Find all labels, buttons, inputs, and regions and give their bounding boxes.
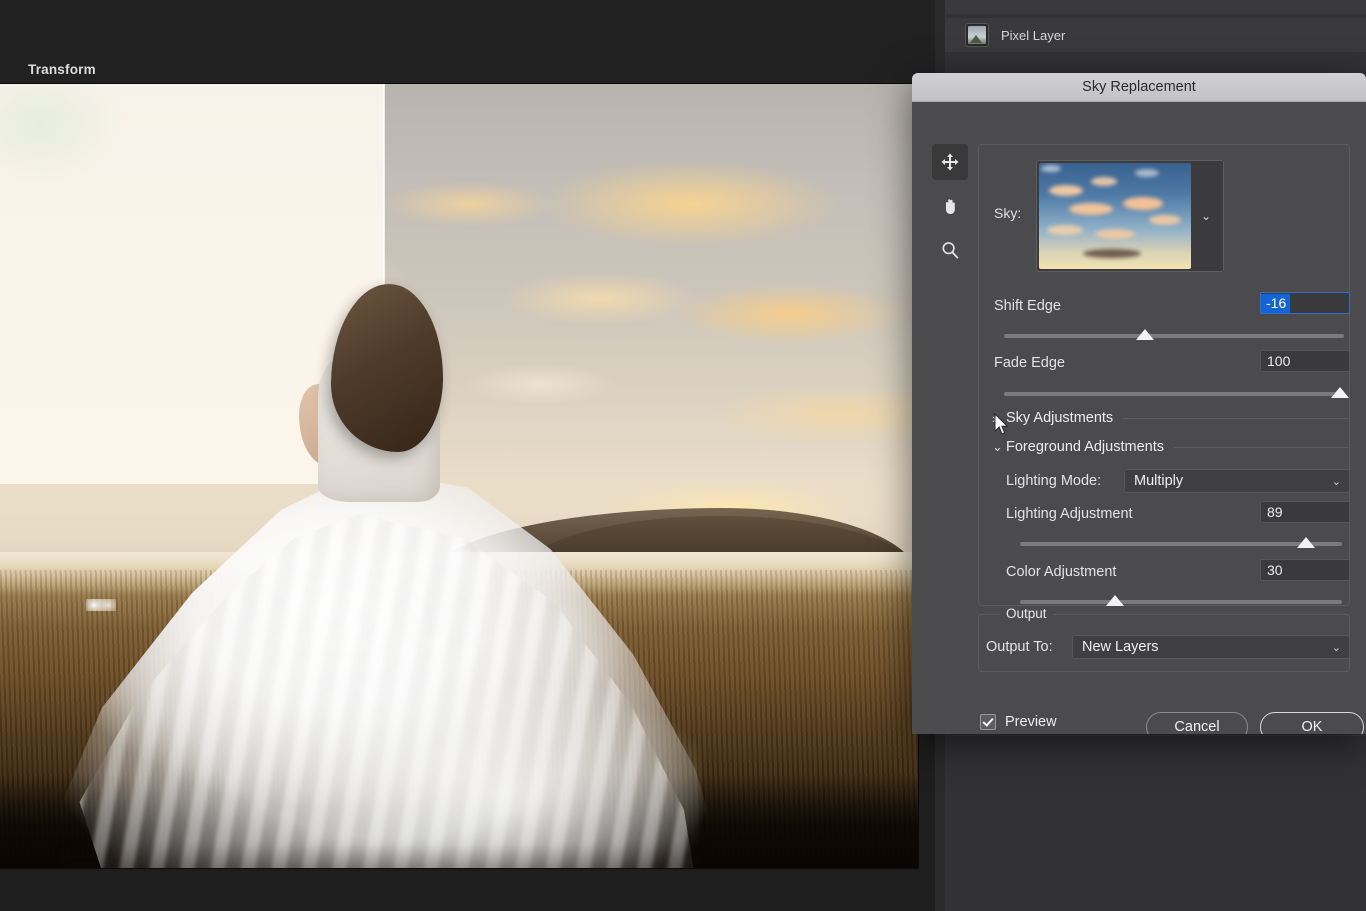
move-icon	[941, 153, 959, 171]
bride-subject	[0, 84, 918, 868]
panel-tab[interactable]	[1037, 0, 1140, 14]
foreground-adjustments-section[interactable]: ⌄ Foreground Adjustments	[992, 439, 1348, 455]
sky-preset-thumbnail	[1039, 163, 1191, 269]
preview-checkbox[interactable]: Preview	[980, 714, 1057, 730]
sky-label: Sky:	[994, 205, 1022, 221]
dialog-toolbar	[932, 144, 968, 276]
document-image-preview[interactable]	[0, 84, 918, 868]
lighting-adjustment-slider-thumb[interactable]	[1297, 537, 1315, 548]
sky-adjustments-section[interactable]: › Sky Adjustments	[992, 410, 1348, 426]
fade-edge-slider-thumb[interactable]	[1331, 387, 1349, 398]
dress-hem-shadow	[60, 844, 700, 868]
panel-tab[interactable]	[945, 0, 1038, 14]
magnifier-icon	[942, 242, 959, 259]
shift-edge-label: Shift Edge	[994, 298, 1061, 314]
dress-tulle	[300, 684, 700, 868]
color-adjustment-label: Color Adjustment	[1006, 564, 1117, 580]
lighting-mode-select[interactable]: Multiply ⌄	[1124, 469, 1350, 493]
color-adjustment-slider-thumb[interactable]	[1106, 595, 1124, 606]
hand-icon	[946, 199, 955, 214]
panel-tab[interactable]	[1219, 0, 1288, 14]
checkbox-box	[980, 714, 996, 730]
preview-label: Preview	[1005, 714, 1057, 730]
shift-edge-slider-thumb[interactable]	[1136, 329, 1154, 340]
canvas-area[interactable]	[0, 0, 935, 911]
photoshop-window: Pixel Layer Transform Sky Replacement Sk…	[0, 0, 1366, 911]
lighting-adjustment-slider[interactable]	[1020, 542, 1342, 546]
shift-edge-value: -16	[1261, 293, 1291, 313]
pixel-layer-icon	[965, 23, 989, 47]
panel-section-title: Transform	[28, 62, 96, 77]
sky-preset-picker[interactable]: ⌄	[1036, 160, 1224, 272]
fade-edge-value: 100	[1267, 353, 1291, 369]
fade-edge-input[interactable]: 100	[1260, 350, 1350, 372]
bride-hair	[331, 284, 443, 452]
output-to-label: Output To:	[986, 639, 1053, 655]
panel-tab[interactable]	[1287, 0, 1366, 14]
sky-replacement-dialog: Sky Replacement Sky: ⌄ Shift Edge -16 Fa…	[912, 73, 1366, 734]
output-legend: Output	[1000, 606, 1053, 621]
panel-rule	[952, 735, 1366, 736]
lighting-mode-label: Lighting Mode:	[1006, 473, 1102, 489]
lighting-adjustment-input[interactable]: 89	[1260, 501, 1350, 523]
zoom-tool[interactable]	[932, 232, 968, 268]
ok-button[interactable]: OK	[1260, 712, 1364, 734]
color-adjustment-slider[interactable]	[1020, 600, 1342, 604]
chevron-down-icon: ⌄	[1331, 475, 1341, 488]
section-rule	[1123, 417, 1348, 419]
chevron-down-icon: ⌄	[1331, 641, 1341, 654]
section-rule	[1173, 446, 1348, 448]
output-to-select[interactable]: New Layers ⌄	[1072, 635, 1350, 659]
panel-tab[interactable]	[1139, 0, 1220, 14]
lighting-mode-value: Multiply	[1134, 473, 1184, 489]
layer-label: Pixel Layer	[1001, 27, 1066, 43]
lighting-adjustment-value: 89	[1267, 504, 1283, 520]
sky-picker-row: Sky: ⌄	[994, 160, 1334, 272]
chevron-down-icon: ⌄	[992, 439, 1003, 454]
fade-edge-label: Fade Edge	[994, 355, 1065, 371]
foreground-adjustments-label: Foreground Adjustments	[1006, 439, 1164, 455]
layer-row[interactable]: Pixel Layer	[945, 18, 1366, 52]
lighting-adjustment-label: Lighting Adjustment	[1006, 506, 1133, 522]
hand-tool[interactable]	[932, 188, 968, 224]
move-tool[interactable]	[932, 144, 968, 180]
shift-edge-input[interactable]: -16	[1260, 292, 1350, 314]
chevron-down-icon[interactable]: ⌄	[1191, 163, 1221, 269]
sky-adjustments-label: Sky Adjustments	[1006, 410, 1114, 426]
dialog-title: Sky Replacement	[1082, 79, 1196, 95]
shift-edge-slider[interactable]	[1004, 334, 1344, 338]
fade-edge-slider[interactable]	[1004, 392, 1344, 396]
dialog-titlebar[interactable]: Sky Replacement	[912, 73, 1366, 102]
panel-tabstrip[interactable]	[945, 0, 1366, 14]
color-adjustment-value: 30	[1267, 562, 1283, 578]
canvas-topbar	[0, 0, 935, 83]
cancel-button[interactable]: Cancel	[1146, 712, 1248, 734]
color-adjustment-input[interactable]: 30	[1260, 559, 1350, 581]
output-to-value: New Layers	[1082, 639, 1159, 655]
chevron-right-icon: ›	[992, 410, 997, 426]
